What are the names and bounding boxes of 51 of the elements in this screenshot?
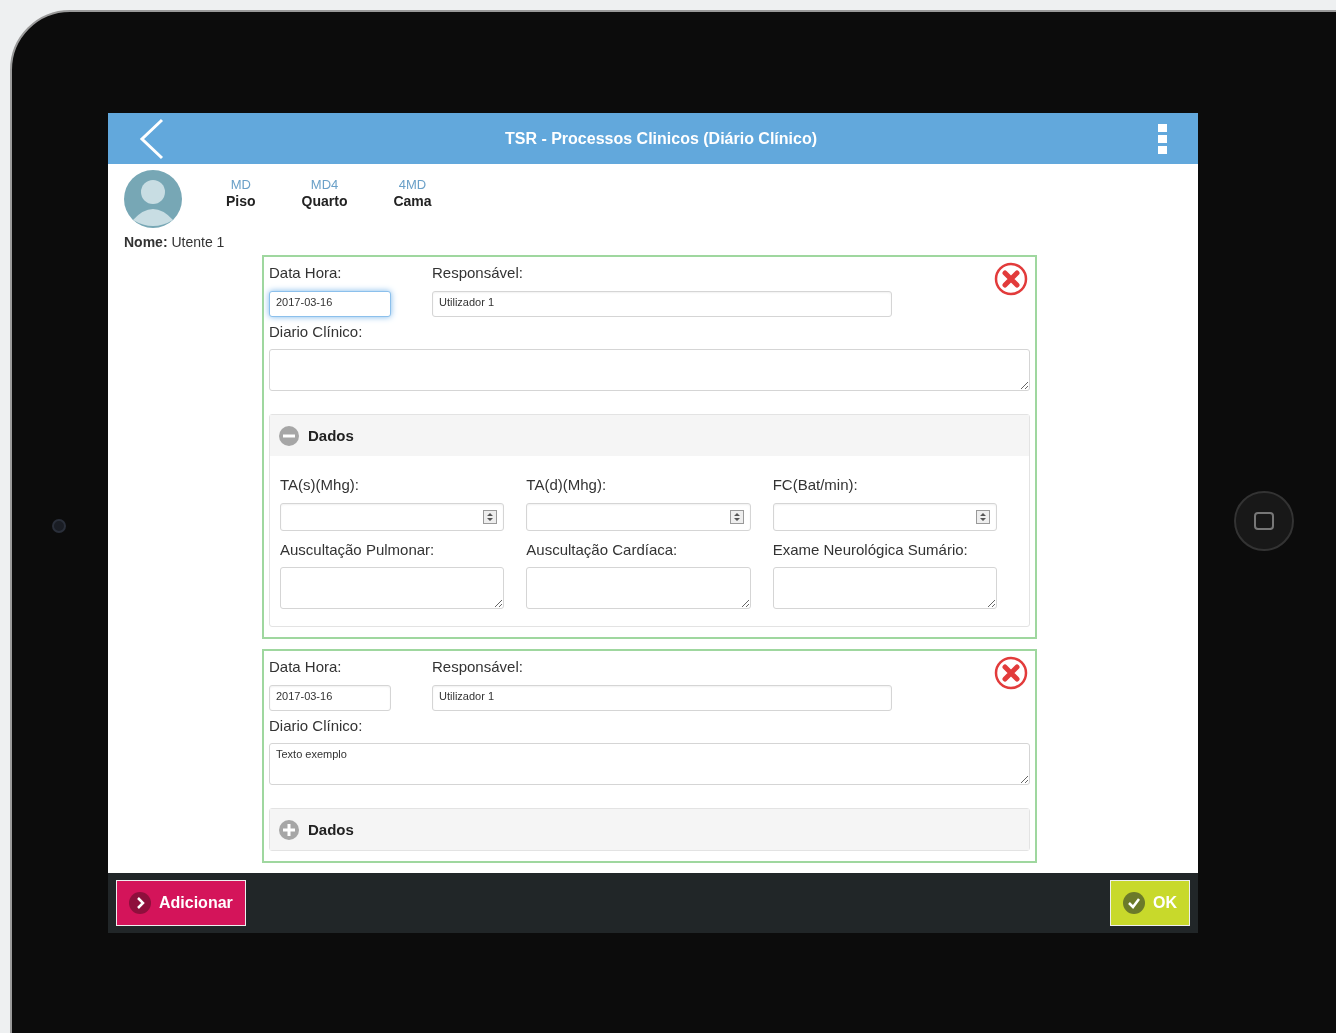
- home-button[interactable]: [1234, 491, 1294, 551]
- spinner-icon[interactable]: [483, 509, 498, 524]
- field-label: Responsável:: [432, 263, 524, 284]
- text-area-field[interactable]: [772, 567, 997, 610]
- field-label: Diario Clínico:: [269, 321, 364, 342]
- field-label: Auscultação Cardíaca:: [526, 539, 679, 560]
- field-label: Data Hora:: [269, 657, 343, 678]
- number-field[interactable]: [526, 502, 751, 531]
- location-code: MD4: [309, 178, 340, 193]
- check-icon: [1123, 892, 1145, 915]
- delete-icon[interactable]: [994, 656, 1028, 691]
- field-label: Data Hora:: [269, 263, 343, 284]
- field-label: Exame Neurológica Sumário:: [772, 539, 969, 560]
- date-field[interactable]: 2017-03-16: [269, 684, 391, 711]
- field-label: Auscultação Pulmonar:: [280, 539, 436, 560]
- field-label: TA(s)(Mhg):: [280, 475, 360, 496]
- location-code: 4MD: [397, 178, 428, 193]
- field-label: Diario Clínico:: [269, 715, 364, 736]
- patient-name: Nome: Utente 1: [124, 233, 226, 253]
- number-field[interactable]: [280, 502, 505, 531]
- camera-icon: [52, 519, 66, 533]
- field-label: Responsável:: [432, 657, 524, 678]
- text-area-field[interactable]: [526, 567, 751, 610]
- section-header[interactable]: Dados: [270, 415, 1029, 457]
- chevron-icon: [129, 892, 151, 915]
- add-button[interactable]: Adicionar: [116, 880, 246, 927]
- avatar-icon: [124, 170, 182, 229]
- delete-icon[interactable]: [994, 262, 1028, 297]
- plus-icon: [278, 818, 300, 841]
- field-label: TA(d)(Mhg):: [526, 475, 608, 496]
- section-title: Dados: [308, 425, 354, 446]
- location-label: Cama: [393, 192, 432, 210]
- location-label: Piso: [226, 192, 256, 210]
- responsible-field[interactable]: Utilizador 1: [432, 684, 892, 711]
- minus-icon: [278, 424, 300, 447]
- diary-field[interactable]: Texto exemplo: [269, 743, 1030, 786]
- diary-field[interactable]: [269, 349, 1030, 392]
- spinner-icon[interactable]: [976, 509, 990, 524]
- section-header[interactable]: Dados: [270, 809, 1029, 851]
- text-area-field[interactable]: [280, 567, 505, 610]
- date-field[interactable]: 2017-03-16: [269, 290, 391, 317]
- section-title: Dados: [308, 819, 354, 840]
- window-title: TSR - Processos Clinicos (Diário Clínico): [504, 128, 818, 149]
- number-field[interactable]: [772, 502, 997, 531]
- field-label: FC(Bat/min):: [772, 475, 859, 496]
- responsible-field[interactable]: Utilizador 1: [432, 290, 892, 317]
- back-icon[interactable]: [138, 117, 164, 160]
- spinner-icon[interactable]: [729, 509, 744, 524]
- location-label: Quarto: [301, 192, 348, 210]
- location-code: MD: [229, 178, 252, 193]
- menu-icon[interactable]: [1158, 123, 1168, 154]
